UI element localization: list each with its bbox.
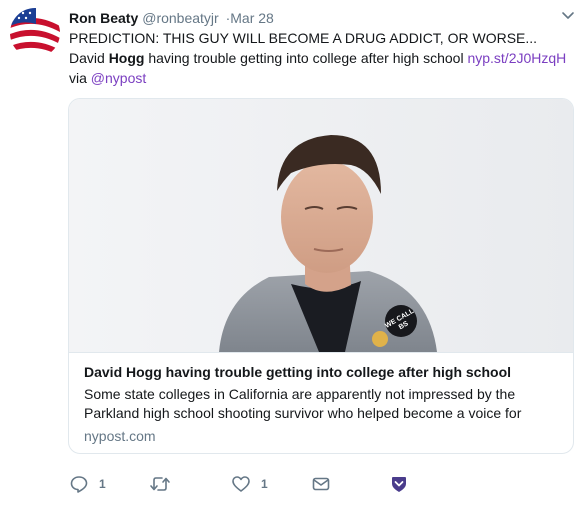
tweet-header: Ron Beaty @ronbeatyjr ·Mar 28: [69, 9, 274, 27]
tweet-text: PREDICTION: THIS GUY WILL BECOME A DRUG …: [69, 28, 574, 88]
tweet: Ron Beaty @ronbeatyjr ·Mar 28 PREDICTION:…: [0, 0, 585, 508]
tweet-link[interactable]: nyp.st/2J0HzqH: [467, 50, 566, 66]
tweet-mention[interactable]: @nypost: [91, 70, 146, 86]
card-description: Some state colleges in California are ap…: [84, 386, 522, 421]
tweet-text-bold: Hogg: [108, 50, 145, 66]
avatar[interactable]: [10, 8, 60, 58]
card-body[interactable]: David Hogg having trouble getting into c…: [69, 352, 573, 453]
pin-badge-small: [372, 331, 388, 347]
card-domain: nypost.com: [84, 428, 156, 444]
envelope-icon: [312, 477, 330, 491]
retweet-button[interactable]: [149, 474, 181, 494]
flag-avatar-icon: [10, 8, 60, 58]
link-card[interactable]: WE CALL BS David Hogg having trouble get…: [68, 98, 574, 454]
shield-icon: [392, 477, 406, 492]
heart-icon: [232, 476, 250, 492]
reply-count: 1: [99, 477, 106, 491]
retweet-icon: [150, 477, 170, 491]
card-title[interactable]: David Hogg having trouble getting into c…: [84, 363, 511, 381]
message-button[interactable]: [311, 474, 331, 494]
tweet-actions: 1 1: [69, 474, 489, 494]
tweet-text-part: having trouble getting into college afte…: [144, 50, 468, 66]
like-button[interactable]: 1: [231, 474, 268, 494]
reply-button[interactable]: 1: [69, 474, 106, 494]
tweet-text-part: via: [69, 70, 91, 86]
card-image[interactable]: WE CALL BS: [69, 99, 573, 352]
chevron-down-icon[interactable]: [561, 10, 575, 22]
author-handle[interactable]: @ronbeatyjr: [142, 10, 218, 26]
reply-icon: [70, 476, 88, 493]
share-button[interactable]: [389, 474, 409, 494]
like-count: 1: [261, 477, 268, 491]
author-name[interactable]: Ron Beaty: [69, 10, 138, 26]
tweet-date[interactable]: Mar 28: [230, 10, 274, 26]
